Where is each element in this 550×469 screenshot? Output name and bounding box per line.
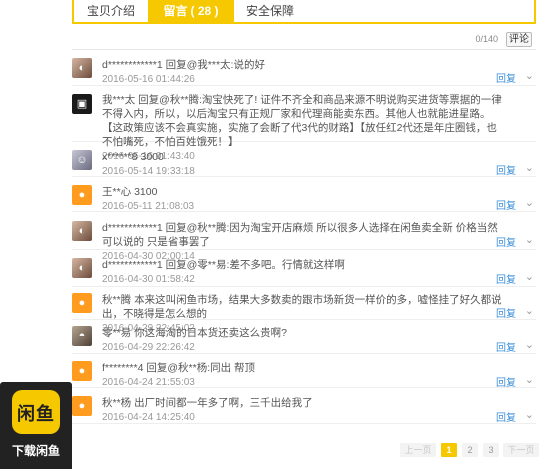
comment-time: 2016-04-24 21:55:03 <box>102 377 195 388</box>
tab-item-description[interactable]: 宝贝介绍 <box>74 0 148 22</box>
page-button-3[interactable]: 3 <box>483 443 499 457</box>
comment-text: f********4 回复@秋**杨:同出 帮顶 <box>102 362 256 374</box>
avatar[interactable]: ◓ <box>72 326 92 346</box>
tab-bar: 宝贝介绍 留言( 28 ) 安全保障 <box>0 0 550 24</box>
pagination: 上一页 1 2 3 下一页 <box>0 443 550 457</box>
cat-avatar-icon: ◓ <box>78 330 86 342</box>
app-download-banner[interactable]: 闲鱼 下载闲鱼 <box>0 382 72 469</box>
comment-time: 2016-05-11 21:08:03 <box>102 201 195 212</box>
reply-link[interactable]: 回复 <box>496 305 516 320</box>
chevron-down-icon[interactable]: ⌄ <box>525 373 534 386</box>
tab-messages[interactable]: 留言( 28 ) <box>148 0 234 22</box>
comment-text: x******8 3000 <box>102 151 164 163</box>
reply-link[interactable]: 回复 <box>496 339 516 354</box>
fish-avatar-icon: ● <box>78 365 86 377</box>
chevron-down-icon[interactable]: ⌄ <box>525 304 534 317</box>
comment-time: 2016-04-29 22:26:42 <box>102 342 195 353</box>
comment-time: 2016-05-16 01:44:26 <box>102 74 195 85</box>
reply-link[interactable]: 回复 <box>496 197 516 212</box>
prev-page-button[interactable]: 上一页 <box>400 443 436 457</box>
girl-avatar-icon: ◐ <box>78 62 86 74</box>
fish-avatar-icon: ● <box>78 189 86 201</box>
avatar[interactable]: ● <box>72 293 92 313</box>
chevron-down-icon[interactable]: ⌄ <box>525 270 534 283</box>
comment-time: 2016-04-24 14:25:40 <box>102 412 195 423</box>
tabs-container: 宝贝介绍 留言( 28 ) 安全保障 <box>72 0 536 24</box>
tab-label: 留言 <box>163 4 188 18</box>
tab-count: ( 28 ) <box>190 4 219 18</box>
comment-text: d************1 回复@我***太:说的好 <box>102 59 265 71</box>
comment-input-bar: 0/140 评论 <box>72 30 536 50</box>
reply-link[interactable]: 回复 <box>496 271 516 286</box>
girl-avatar-icon: ◐ <box>78 262 86 274</box>
chevron-down-icon[interactable]: ⌄ <box>525 408 534 421</box>
download-app-label: 下载闲鱼 <box>11 444 60 458</box>
tab-safety[interactable]: 安全保障 <box>234 0 306 22</box>
face-avatar-icon: ☺ <box>76 154 88 166</box>
xianyu-logo-icon: 闲鱼 <box>12 390 60 434</box>
avatar[interactable]: ▣ <box>72 94 92 114</box>
avatar[interactable]: ☺ <box>72 150 92 170</box>
comment-text: d************1 回复@零**易:差不多吧。行情就这样啊 <box>102 259 345 271</box>
comment-submit-button[interactable]: 评论 <box>506 32 532 47</box>
char-counter: 0/140 <box>475 34 498 44</box>
comment-item: ● 秋**腾 本来这叫闲鱼市场，结果大多数卖的跟市场新货一样价的多，嘘怪挂了好久… <box>72 287 536 334</box>
fish-avatar-icon: ● <box>78 400 86 412</box>
comment-item: ● f********4 回复@秋**杨:同出 帮顶 2016-04-24 21… <box>72 354 536 389</box>
page-button-2[interactable]: 2 <box>462 443 478 457</box>
comment-item: ☺ x******8 3000 2016-05-14 19:33:18 回复 ⌄ <box>72 142 536 177</box>
comment-time: 2016-04-30 01:58:42 <box>102 274 195 285</box>
fish-avatar-icon: ● <box>78 297 86 309</box>
tab-label: 宝贝介绍 <box>86 4 135 18</box>
reply-link[interactable]: 回复 <box>496 70 516 85</box>
comment-item: ◓ 零**易 你这海淘的日本货还卖这么贵啊? 2016-04-29 22:26:… <box>72 320 536 354</box>
comment-text: 秋**杨 出厂时间都一年多了啊，三千出给我了 <box>102 397 313 409</box>
comment-item: ● 王**心 3100 2016-05-11 21:08:03 回复 ⌄ <box>72 177 536 212</box>
avatar[interactable]: ● <box>72 361 92 381</box>
comment-item: ◐ d************1 回复@零**易:差不多吧。行情就这样啊 201… <box>72 250 536 287</box>
reply-link[interactable]: 回复 <box>496 374 516 389</box>
comment-text: 零**易 你这海淘的日本货还卖这么贵啊? <box>102 327 287 339</box>
chevron-down-icon[interactable]: ⌄ <box>525 69 534 82</box>
app-logo-text: 闲鱼 <box>17 404 55 424</box>
girl-avatar-icon: ◐ <box>78 225 86 237</box>
comment-text: 王**心 3100 <box>102 186 158 198</box>
reply-link[interactable]: 回复 <box>496 162 516 177</box>
avatar[interactable]: ◐ <box>72 258 92 278</box>
chevron-down-icon[interactable]: ⌄ <box>525 338 534 351</box>
chevron-down-icon[interactable]: ⌄ <box>525 233 534 246</box>
chevron-down-icon[interactable]: ⌄ <box>525 196 534 209</box>
avatar[interactable]: ● <box>72 396 92 416</box>
avatar[interactable]: ● <box>72 185 92 205</box>
comment-text: 我***太 回复@秋**腾:淘宝快死了! 证件不齐全和商品来源不明说购买进货等票… <box>102 94 502 148</box>
comment-item: ◐ d************1 回复@秋**腾:因为淘宝开店麻烦 所以很多人选… <box>72 212 536 262</box>
comment-item: ◐ d************1 回复@我***太:说的好 2016-05-16… <box>72 52 536 86</box>
tab-label: 安全保障 <box>245 4 294 18</box>
comment-item: ▣ 我***太 回复@秋**腾:淘宝快死了! 证件不齐全和商品来源不明说购买进货… <box>72 86 536 162</box>
comment-text: d************1 回复@秋**腾:因为淘宝开店麻烦 所以很多人选择在… <box>102 222 498 248</box>
chevron-down-icon[interactable]: ⌄ <box>525 161 534 174</box>
reply-link[interactable]: 回复 <box>496 409 516 424</box>
comment-item: ● 秋**杨 出厂时间都一年多了啊，三千出给我了 2016-04-24 14:2… <box>72 388 536 424</box>
comment-text: 秋**腾 本来这叫闲鱼市场，结果大多数卖的跟市场新货一样价的多，嘘怪挂了好久都说… <box>102 294 502 320</box>
page-button-1[interactable]: 1 <box>441 443 457 457</box>
avatar[interactable]: ◐ <box>72 58 92 78</box>
dark-avatar-icon: ▣ <box>76 98 88 110</box>
reply-link[interactable]: 回复 <box>496 234 516 249</box>
comment-time: 2016-05-14 19:33:18 <box>102 166 195 177</box>
next-page-button[interactable]: 下一页 <box>503 443 539 457</box>
avatar[interactable]: ◐ <box>72 221 92 241</box>
